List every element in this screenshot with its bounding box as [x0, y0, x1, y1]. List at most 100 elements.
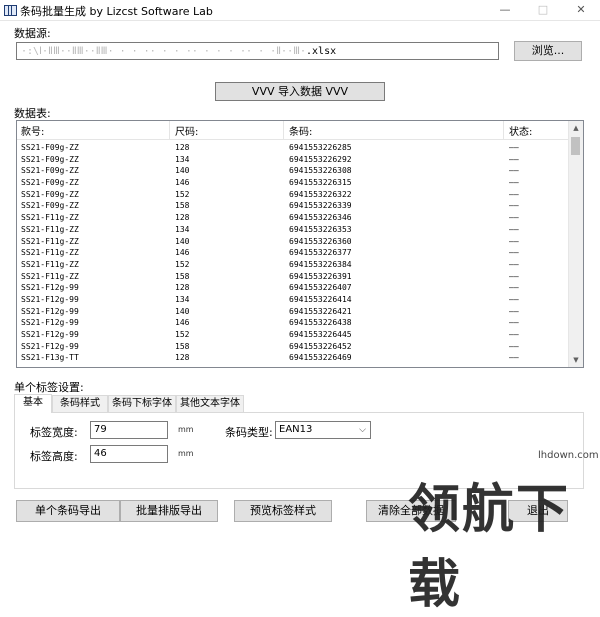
table-row[interactable]: SS21-F11g-ZZ 128 6941553226346 —— — [17, 212, 569, 224]
table-row[interactable]: SS21-F11g-ZZ 140 6941553226360 —— — [17, 236, 569, 248]
table-row[interactable]: SS21-F09g-ZZ 158 6941553226339 —— — [17, 200, 569, 212]
settings-label: 单个标签设置: — [14, 381, 84, 394]
cell-barcode: 6941553226452 — [289, 341, 352, 351]
cell-status: —— — [509, 201, 519, 211]
cell-barcode: 6941553226360 — [289, 236, 352, 246]
column-header-status[interactable]: 状态: — [509, 123, 532, 138]
cell-barcode: 6941553226339 — [289, 201, 352, 211]
barcode-type-select[interactable]: EAN13 ⌵ — [275, 421, 371, 439]
batch-export-button[interactable]: 批量排版导出 — [120, 500, 218, 522]
cell-status: —— — [509, 330, 519, 339]
cell-barcode: 6941553226285 — [289, 143, 352, 152]
cell-size: 146 — [175, 248, 190, 258]
scroll-thumb[interactable] — [571, 137, 580, 155]
cell-size: 146 — [175, 318, 190, 328]
cell-size: 140 — [175, 306, 190, 316]
column-header-style[interactable]: 款号: — [21, 123, 44, 138]
cell-size: 128 — [175, 143, 190, 152]
cell-status: —— — [509, 318, 519, 328]
table-row[interactable]: SS21-F11g-ZZ 134 6941553226353 —— — [17, 224, 569, 236]
cell-status: —— — [509, 283, 519, 293]
app-icon — [4, 5, 17, 16]
cell-size: 146 — [175, 178, 190, 188]
cell-style: SS21-F13g-TT — [21, 353, 79, 363]
cell-status: —— — [509, 154, 519, 164]
cell-style: SS21-F11g-ZZ — [21, 224, 79, 234]
label-width-unit: mm — [178, 425, 194, 434]
cell-size: 134 — [175, 224, 190, 234]
cell-status: —— — [509, 271, 519, 281]
minimize-button[interactable]: — — [490, 2, 520, 18]
datasource-path-input[interactable]: ·:\Ⅰ·ⅡⅢ··ⅡⅢ··ⅡⅢ· · · ·· · · ·· · · · ·· … — [16, 42, 499, 60]
table-row[interactable]: SS21-F12g-99 134 6941553226414 —— — [17, 294, 569, 306]
cell-size: 140 — [175, 236, 190, 246]
table-row[interactable]: SS21-F09g-ZZ 128 6941553226285 —— — [17, 142, 569, 154]
table-row[interactable]: SS21-F09g-ZZ 152 6941553226322 —— — [17, 189, 569, 201]
maximize-button[interactable]: □ — [528, 2, 558, 18]
table-row[interactable]: SS21-F09g-ZZ 146 6941553226315 —— — [17, 177, 569, 189]
barcode-type-value: EAN13 — [279, 424, 313, 435]
column-header-size[interactable]: 尺码: — [175, 123, 198, 138]
table-row[interactable]: SS21-F13g-TT 128 6941553226469 —— — [17, 352, 569, 364]
label-height-unit: mm — [178, 449, 194, 458]
cell-size: 128 — [175, 213, 190, 223]
cell-status: —— — [509, 166, 519, 176]
cell-status: —— — [509, 213, 519, 223]
tab-barcode-style[interactable]: 条码样式 — [52, 395, 108, 412]
cell-style: SS21-F11g-ZZ — [21, 236, 79, 246]
cell-barcode: 6941553226391 — [289, 271, 352, 281]
import-data-button[interactable]: VVV 导入数据 VVV — [215, 82, 385, 101]
cell-style: SS21-F12g-99 — [21, 330, 79, 339]
cell-barcode: 6941553226438 — [289, 318, 352, 328]
cell-size: 128 — [175, 283, 190, 293]
cell-barcode: 6941553226377 — [289, 248, 352, 258]
cell-barcode: 6941553226346 — [289, 213, 352, 223]
tab-other-text-font[interactable]: 其他文本字体 — [176, 395, 244, 412]
cell-style: SS21-F09g-ZZ — [21, 166, 79, 176]
cell-style: SS21-F12g-99 — [21, 283, 79, 293]
table-row[interactable]: SS21-F09g-ZZ 134 6941553226292 —— — [17, 154, 569, 166]
preview-label-button[interactable]: 预览标签样式 — [234, 500, 332, 522]
single-export-button[interactable]: 单个条码导出 — [16, 500, 120, 522]
exit-button[interactable]: 退出 — [508, 500, 568, 522]
cell-barcode: 6941553226292 — [289, 154, 352, 164]
cell-barcode: 6941553226322 — [289, 189, 352, 199]
cell-size: 152 — [175, 259, 190, 269]
cell-size: 158 — [175, 201, 190, 211]
cell-barcode: 6941553226308 — [289, 166, 352, 176]
cell-status: —— — [509, 224, 519, 234]
cell-style: SS21-F09g-ZZ — [21, 154, 79, 164]
cell-status: —— — [509, 143, 519, 152]
cell-status: —— — [509, 341, 519, 351]
cell-status: —— — [509, 353, 519, 363]
table-vertical-scrollbar[interactable]: ▲ ▼ — [568, 121, 583, 367]
scroll-down-arrow-icon[interactable]: ▼ — [569, 353, 583, 367]
cell-style: SS21-F12g-99 — [21, 341, 79, 351]
table-row[interactable]: SS21-F11g-ZZ 146 6941553226377 —— — [17, 247, 569, 259]
scroll-up-arrow-icon[interactable]: ▲ — [569, 121, 583, 135]
cell-barcode: 6941553226445 — [289, 330, 352, 339]
table-row[interactable]: SS21-F11g-ZZ 158 6941553226391 —— — [17, 271, 569, 283]
table-row[interactable]: SS21-F11g-ZZ 152 6941553226384 —— — [17, 259, 569, 271]
table-row[interactable]: SS21-F12g-99 158 6941553226452 —— — [17, 341, 569, 353]
tab-basic[interactable]: 基本 — [14, 394, 52, 413]
label-height-input[interactable]: 46 — [90, 445, 168, 463]
browse-button[interactable]: 浏览... — [514, 41, 582, 61]
table-row[interactable]: SS21-F12g-99 140 6941553226421 —— — [17, 306, 569, 318]
table-row[interactable]: SS21-F12g-99 128 6941553226407 —— — [17, 282, 569, 294]
table-row[interactable]: SS21-F12g-99 152 6941553226445 —— — [17, 329, 569, 341]
table-row[interactable]: SS21-F09g-ZZ 140 6941553226308 —— — [17, 165, 569, 177]
table-label: 数据表: — [14, 107, 51, 120]
label-height-label: 标签高度: — [30, 450, 78, 463]
cell-size: 152 — [175, 330, 190, 339]
label-width-input[interactable]: 79 — [90, 421, 168, 439]
cell-status: —— — [509, 236, 519, 246]
column-header-barcode[interactable]: 条码: — [289, 123, 312, 138]
tab-barcode-caption-font[interactable]: 条码下标字体 — [108, 395, 176, 412]
close-button[interactable]: ✕ — [566, 2, 596, 18]
data-table[interactable]: 款号: 尺码: 条码: 状态: SS21-F09g-ZZ 128 694155322… — [16, 120, 584, 368]
cell-style: SS21-F09g-ZZ — [21, 201, 79, 211]
cell-status: —— — [509, 294, 519, 304]
clear-all-data-button[interactable]: 清除全部数据 — [366, 500, 456, 522]
table-row[interactable]: SS21-F12g-99 146 6941553226438 —— — [17, 317, 569, 329]
